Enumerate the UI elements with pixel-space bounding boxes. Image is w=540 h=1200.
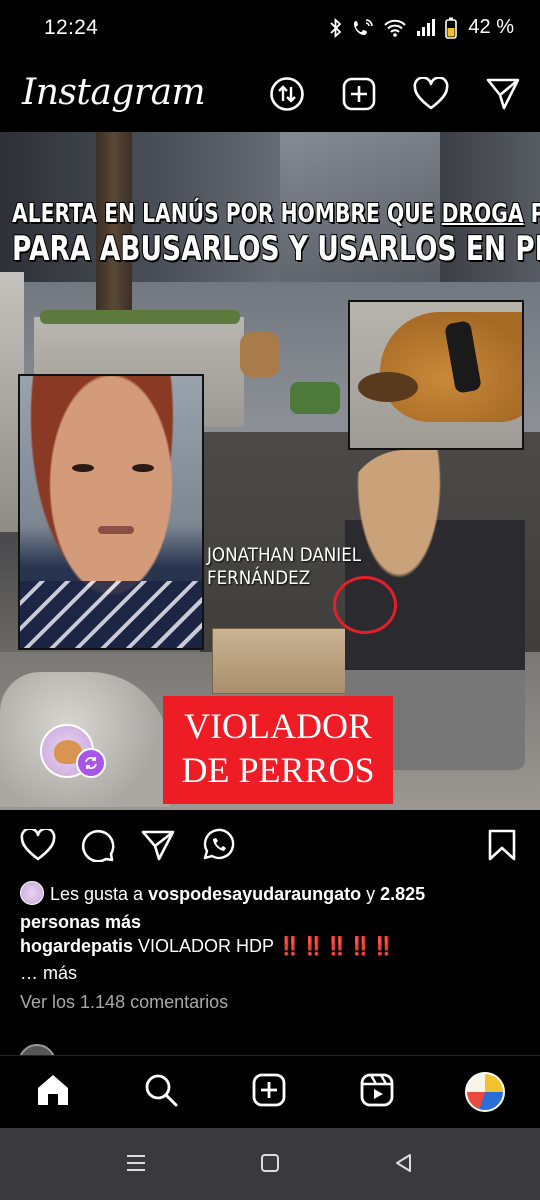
recent-apps-button[interactable] (121, 1150, 151, 1180)
liker-username[interactable]: vospodesayudaraungato (148, 884, 361, 904)
system-navigation-bar (0, 1128, 540, 1200)
likes-summary[interactable]: Les gusta a vospodesayudaraungato y 2.82… (20, 880, 520, 936)
like-button[interactable] (19, 826, 57, 866)
nav-profile[interactable] (465, 1072, 505, 1112)
post-caption: hogardepatis VIOLADOR HDP ‼️‼️‼️‼️‼️ (20, 932, 520, 960)
bottom-navigation (0, 1055, 540, 1128)
back-icon (393, 1152, 415, 1179)
whatsapp-icon (201, 828, 235, 867)
post-headline: ALERTA EN LANÚS POR HOMBRE QUE DROGA PER… (12, 199, 540, 269)
comment-button[interactable] (79, 828, 117, 866)
share-button[interactable] (139, 828, 177, 866)
signal-icon (416, 18, 436, 38)
heart-icon (413, 75, 449, 116)
wifi-icon (383, 18, 407, 38)
nav-search[interactable] (141, 1072, 181, 1112)
wifi-call-icon (352, 18, 374, 38)
whatsapp-share-button[interactable] (199, 828, 237, 866)
caption-emphasis: ‼️‼️‼️‼️‼️ (278, 936, 396, 956)
status-icons: 42 % (329, 16, 514, 39)
save-button[interactable] (483, 828, 521, 866)
threads-icon (269, 76, 305, 117)
headline-line-1: ALERTA EN LANÚS POR HOMBRE QUE DROGA PER… (12, 199, 540, 229)
nav-create[interactable] (249, 1072, 289, 1112)
battery-icon (445, 17, 458, 39)
home-square-icon (259, 1152, 281, 1179)
caption-username[interactable]: hogardepatis (20, 936, 133, 956)
suspect-name-label: JONATHAN DANIEL FERNÁNDEZ (207, 544, 362, 589)
new-post-button[interactable] (339, 76, 379, 116)
suspect-face-photo (18, 374, 204, 650)
battery-percentage: 42 % (468, 16, 514, 38)
status-bar: 12:24 42 % (0, 0, 540, 60)
headline-line-2: PARA ABUSARLOS Y USARLOS EN PELEAS (12, 228, 540, 269)
profile-avatar (465, 1072, 505, 1112)
back-button[interactable] (389, 1150, 419, 1180)
view-comments-link[interactable]: Ver los 1.148 comentarios (20, 992, 228, 1013)
post-actions (0, 822, 540, 872)
direct-messages-button[interactable] (483, 76, 523, 116)
nav-home[interactable] (33, 1072, 73, 1112)
recents-icon (124, 1152, 148, 1179)
nav-reels[interactable] (357, 1072, 397, 1112)
add-post-icon (341, 76, 377, 117)
share-icon (141, 829, 175, 866)
dog-photo (348, 300, 524, 450)
post-image[interactable]: ALERTA EN LANÚS POR HOMBRE QUE DROGA PER… (0, 132, 540, 810)
likes-count[interactable]: 2.825 (380, 884, 425, 904)
likes-suffix[interactable]: personas más (20, 912, 141, 932)
threads-button[interactable] (267, 76, 307, 116)
caption-text: VIOLADOR HDP (133, 936, 279, 956)
highlight-circle (333, 576, 397, 634)
search-icon (143, 1072, 179, 1113)
reels-icon (359, 1072, 395, 1113)
red-banner: VIOLADOR DE PERROS (163, 696, 393, 804)
like-icon (20, 826, 56, 866)
cardboard-box (212, 628, 346, 694)
comment-icon (81, 828, 115, 867)
caption-more[interactable]: … más (20, 960, 77, 986)
save-icon (487, 828, 517, 867)
liker-avatar (20, 881, 44, 905)
status-time: 12:24 (44, 16, 99, 39)
direct-message-icon (485, 77, 521, 116)
home-system-button[interactable] (255, 1150, 285, 1180)
repost-icon[interactable] (76, 748, 106, 778)
home-icon (35, 1072, 71, 1113)
notifications-button[interactable] (411, 75, 451, 116)
bluetooth-icon (329, 17, 343, 38)
instagram-logo[interactable]: Instagram (22, 72, 206, 113)
app-header: Instagram (0, 60, 540, 132)
create-icon (251, 1072, 287, 1113)
